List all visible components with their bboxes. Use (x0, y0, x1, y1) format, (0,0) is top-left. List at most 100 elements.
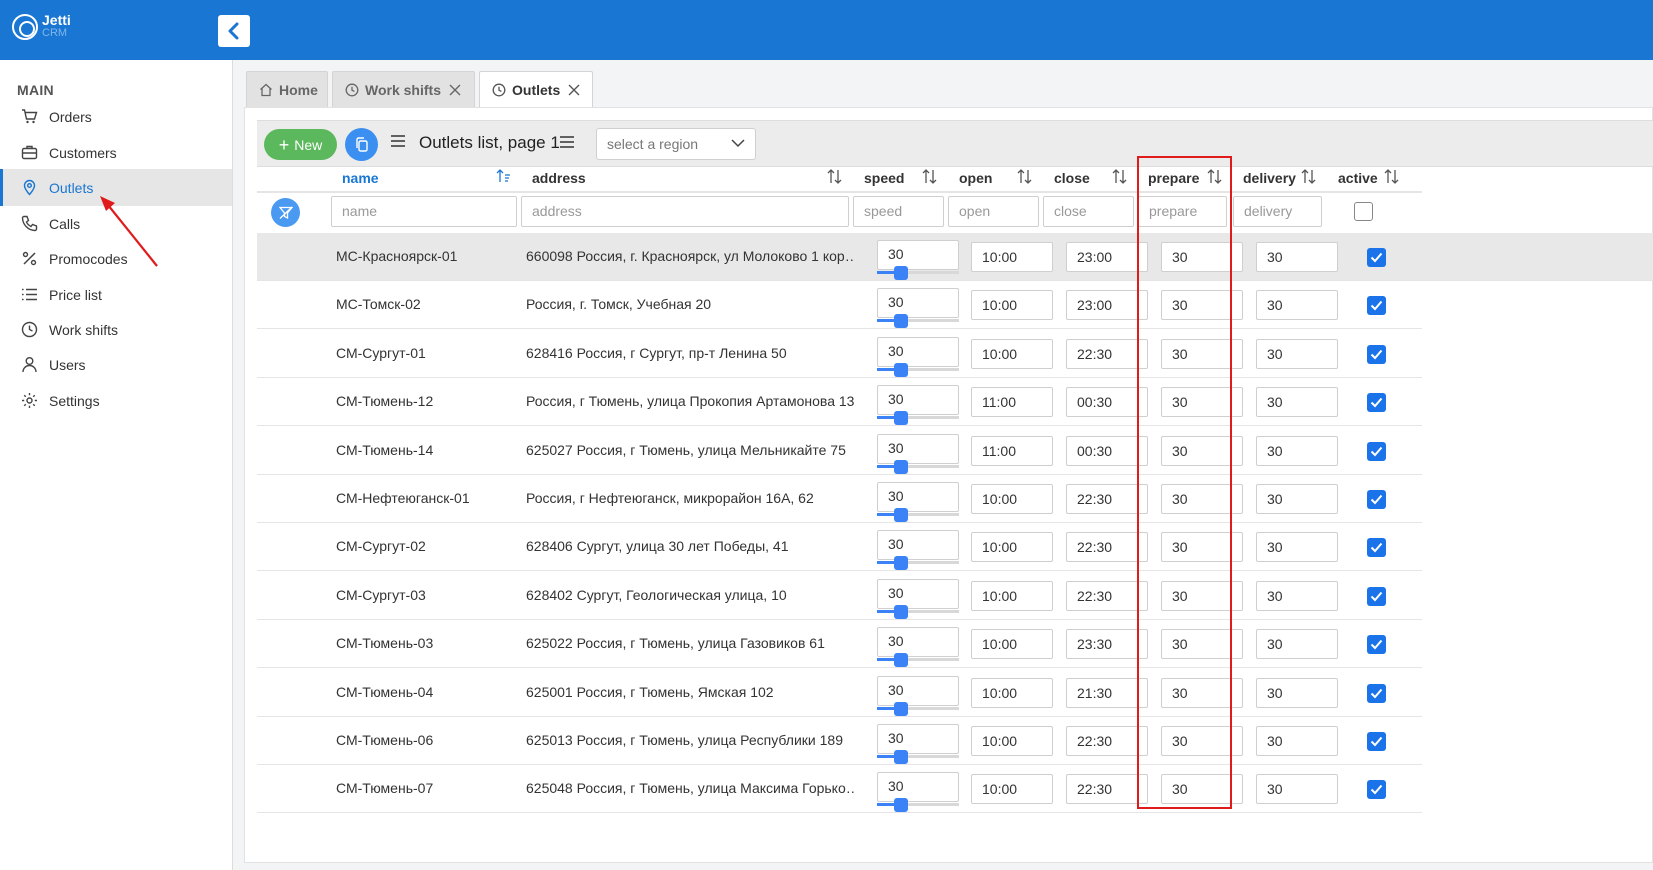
sort-icon[interactable] (1017, 169, 1032, 184)
column-header-open[interactable]: open (959, 166, 992, 190)
speed-input[interactable]: 30 (877, 433, 959, 464)
list-menu-button[interactable] (391, 135, 405, 147)
delivery-time-input[interactable]: 30 (1256, 435, 1338, 466)
active-checkbox[interactable] (1367, 538, 1386, 558)
close-icon[interactable] (449, 84, 461, 96)
speed-slider-thumb[interactable] (894, 701, 908, 716)
sidebar-item-calls[interactable]: Calls (0, 205, 232, 242)
open-time-input[interactable]: 11:00 (971, 435, 1053, 466)
close-time-input[interactable]: 22:30 (1066, 532, 1148, 563)
speed-input[interactable]: 30 (877, 482, 959, 512)
active-checkbox[interactable] (1367, 393, 1386, 413)
close-icon[interactable] (568, 84, 580, 96)
speed-slider-track[interactable] (877, 513, 959, 516)
speed-input[interactable]: 30 (877, 675, 959, 706)
close-filter-input[interactable]: close (1043, 196, 1134, 227)
table-row[interactable]: СМ-Тюмень-04 625001 Россия, г Тюмень, Ямс… (257, 669, 1422, 717)
table-row[interactable]: СМ-Сургут-02 628406 Сургут, улица 30 лет … (257, 523, 1422, 572)
speed-input[interactable]: 30 (877, 336, 959, 367)
speed-slider-track[interactable] (877, 561, 959, 565)
table-row[interactable]: СМ-Тюмень-14 625027 Россия, г Тюмень, ули… (257, 427, 1422, 475)
sidebar-item-work-shifts[interactable]: Work shifts (0, 311, 232, 348)
sort-icon[interactable] (1301, 169, 1316, 184)
column-header-close[interactable]: close (1054, 166, 1090, 190)
delivery-time-input[interactable]: 30 (1256, 242, 1338, 272)
delivery-time-input[interactable]: 30 (1256, 532, 1338, 563)
close-time-input[interactable]: 00:30 (1066, 387, 1148, 418)
speed-input[interactable]: 30 (877, 240, 959, 270)
sidebar-item-settings[interactable]: Settings (0, 382, 232, 419)
active-checkbox[interactable] (1367, 635, 1386, 655)
sort-icon[interactable] (922, 169, 937, 184)
sidebar-item-outlets[interactable]: Outlets (0, 169, 232, 206)
column-header-name[interactable]: name (342, 166, 379, 190)
delivery-time-input[interactable]: 30 (1256, 677, 1338, 708)
active-checkbox[interactable] (1367, 732, 1386, 751)
active-filter-checkbox[interactable] (1354, 202, 1373, 221)
delivery-time-input[interactable]: 30 (1256, 338, 1338, 369)
table-row[interactable]: СМ-Тюмень-03 625022 Россия, г Тюмень, ули… (257, 620, 1422, 669)
speed-slider-track[interactable] (877, 658, 959, 662)
table-row[interactable]: МС-Томск-02 Россия, г. Томск, Учебная 20 3… (257, 281, 1422, 330)
speed-slider-track[interactable] (877, 319, 959, 323)
list-title-menu-button[interactable] (560, 135, 574, 153)
active-checkbox[interactable] (1367, 586, 1386, 606)
open-time-input[interactable]: 10:00 (971, 726, 1053, 756)
open-time-input[interactable]: 10:00 (971, 774, 1053, 805)
delivery-time-input[interactable]: 30 (1256, 387, 1338, 418)
sidebar-item-promocodes[interactable]: Promocodes (0, 240, 232, 277)
speed-input[interactable]: 30 (877, 724, 959, 754)
speed-input[interactable]: 30 (877, 578, 959, 609)
speed-input[interactable]: 30 (877, 627, 959, 658)
sidebar-item-orders[interactable]: Orders (0, 98, 232, 135)
column-header-address[interactable]: address (532, 166, 586, 190)
speed-slider-track[interactable] (877, 416, 959, 420)
speed-slider-thumb[interactable] (894, 314, 908, 329)
sidebar-collapse-button[interactable] (218, 15, 250, 47)
speed-filter-input[interactable]: speed (853, 196, 944, 227)
close-time-input[interactable]: 00:30 (1066, 435, 1148, 466)
speed-slider-thumb[interactable] (894, 459, 908, 474)
active-checkbox[interactable] (1367, 441, 1386, 461)
sort-icon[interactable] (827, 169, 842, 184)
active-checkbox[interactable] (1367, 248, 1386, 267)
sort-ascending-icon[interactable] (496, 169, 511, 183)
delivery-filter-input[interactable]: delivery (1233, 196, 1322, 227)
sort-icon[interactable] (1112, 169, 1127, 184)
speed-slider-thumb[interactable] (894, 556, 908, 571)
column-header-delivery[interactable]: delivery (1243, 166, 1296, 190)
table-row[interactable]: СМ-Тюмень-06 625013 Россия, г Тюмень, ули… (257, 717, 1422, 765)
name-filter-input[interactable]: name (331, 196, 517, 227)
speed-slider-thumb[interactable] (894, 266, 908, 280)
speed-slider-track[interactable] (877, 609, 959, 613)
open-time-input[interactable]: 11:00 (971, 387, 1053, 418)
speed-input[interactable]: 30 (877, 772, 959, 803)
speed-input[interactable]: 30 (877, 530, 959, 561)
delivery-time-input[interactable]: 30 (1256, 290, 1338, 321)
delivery-time-input[interactable]: 30 (1256, 774, 1338, 805)
table-row[interactable]: СМ-Сургут-01 628416 Россия, г Сургут, пр-… (257, 330, 1422, 378)
speed-slider-thumb[interactable] (894, 653, 908, 668)
close-time-input[interactable]: 22:30 (1066, 774, 1148, 805)
speed-slider-track[interactable] (877, 706, 959, 710)
open-time-input[interactable]: 10:00 (971, 677, 1053, 708)
sidebar-item-price-list[interactable]: Price list (0, 276, 232, 313)
speed-slider-track[interactable] (877, 803, 959, 807)
active-checkbox[interactable] (1367, 296, 1386, 316)
sidebar-item-customers[interactable]: Customers (0, 134, 232, 171)
speed-slider-thumb[interactable] (894, 798, 908, 813)
delivery-time-input[interactable]: 30 (1256, 726, 1338, 756)
active-checkbox[interactable] (1367, 490, 1386, 509)
speed-slider-track[interactable] (877, 271, 959, 274)
open-time-input[interactable]: 10:00 (971, 629, 1053, 660)
close-time-input[interactable]: 22:30 (1066, 484, 1148, 514)
table-row[interactable]: СМ-Тюмень-07 625048 Россия, г Тюмень, ули… (257, 765, 1422, 814)
delivery-time-input[interactable]: 30 (1256, 580, 1338, 611)
open-time-input[interactable]: 10:00 (971, 484, 1053, 514)
open-time-input[interactable]: 10:00 (971, 580, 1053, 611)
active-checkbox[interactable] (1367, 780, 1386, 800)
app-logo[interactable]: Jetti CRM (12, 13, 71, 40)
open-filter-input[interactable]: open (948, 196, 1039, 227)
sidebar-item-users[interactable]: Users (0, 346, 232, 383)
speed-input[interactable]: 30 (877, 385, 959, 416)
